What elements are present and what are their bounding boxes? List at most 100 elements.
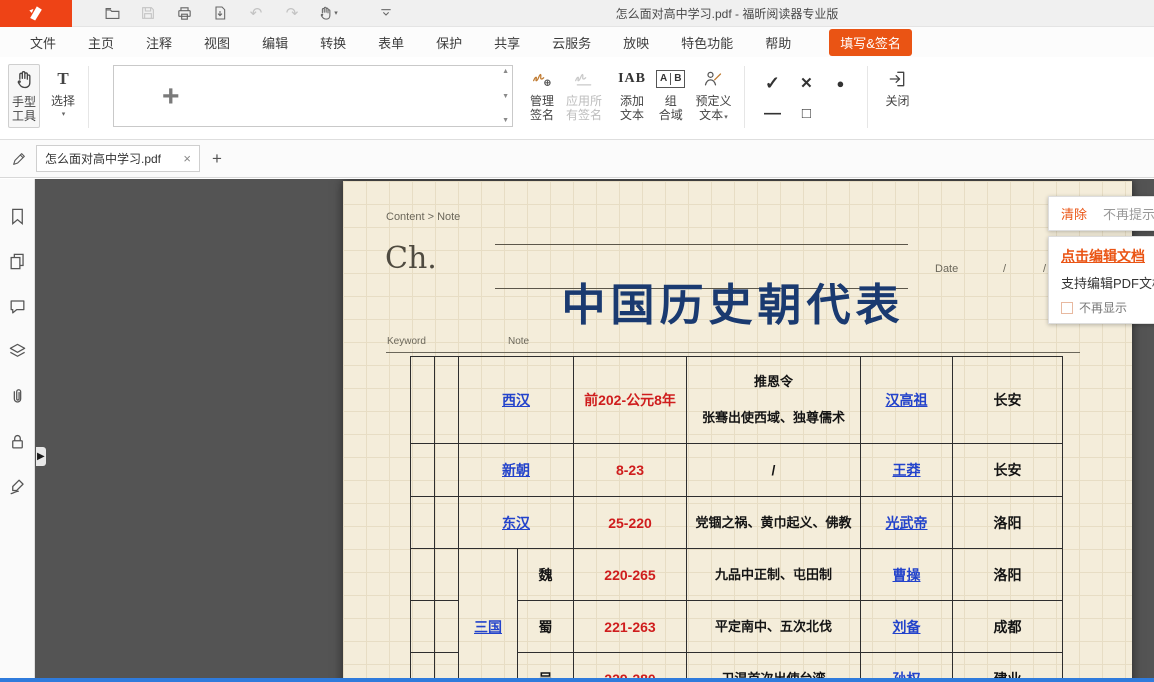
dot-stamp-button[interactable]: ● bbox=[825, 70, 855, 96]
document-tab[interactable]: 怎么面对高中学习.pdf × bbox=[36, 145, 200, 172]
app-window: ↶ ↷ ▾ 怎么面对高中学习.pdf - 福昕阅读器专业版 文件 主页 注释 视… bbox=[0, 0, 1154, 682]
dont-show-row: 不再显示 bbox=[1061, 299, 1154, 316]
toast-edit-tip: 点击编辑文档 支持编辑PDF文档 不再显示 bbox=[1048, 236, 1154, 324]
founder-link[interactable]: 王莽 bbox=[861, 444, 953, 497]
checkmark-stamp-button[interactable]: ✓ bbox=[757, 70, 787, 96]
hand-tool-button[interactable]: 手型 工具 bbox=[8, 64, 40, 128]
founder-link[interactable]: 曹操 bbox=[861, 549, 953, 601]
menu-item-share[interactable]: 共享 bbox=[494, 33, 520, 52]
apply-all-signatures-label: 应用所 有签名 bbox=[566, 94, 602, 123]
predefined-text-button[interactable]: 预定义 文本▾ bbox=[692, 64, 734, 126]
close-fill-sign-button[interactable]: 关闭 bbox=[882, 64, 912, 111]
period-cell: 220-265 bbox=[574, 549, 687, 601]
taskbar-edge bbox=[0, 678, 1154, 682]
hand-tool-quick-icon[interactable]: ▾ bbox=[318, 3, 338, 23]
ribbon-separator bbox=[867, 66, 868, 128]
add-signature-button[interactable]: + bbox=[162, 80, 180, 114]
empty-cell bbox=[435, 653, 459, 679]
ribbon-fill-and-sign: 手型 工具 T 选择 ▾ + ▲ ▼ ▼ 管理 签名 应用所 有签 bbox=[0, 57, 1154, 140]
ribbon-separator bbox=[744, 66, 745, 128]
add-text-button[interactable]: IAB 添加 文本 bbox=[615, 64, 649, 126]
menu-item-help[interactable]: 帮助 bbox=[765, 33, 791, 52]
signature-expand-icon[interactable]: ▼ bbox=[502, 117, 509, 124]
layers-panel-icon[interactable] bbox=[8, 342, 27, 361]
tab-fill-and-sign[interactable]: 填写&签名 bbox=[829, 29, 912, 56]
document-tab-strip: 怎么面对高中学习.pdf × + bbox=[0, 140, 1154, 178]
panel-expand-icon[interactable]: ▶ bbox=[36, 447, 46, 466]
pages-panel-icon[interactable] bbox=[8, 252, 27, 271]
signature-panel-icon[interactable] bbox=[8, 477, 27, 496]
capital-cell: 洛阳 bbox=[953, 497, 1063, 549]
attachments-panel-icon[interactable] bbox=[8, 387, 27, 406]
menu-item-form[interactable]: 表单 bbox=[378, 33, 404, 52]
add-text-icon: IAB bbox=[618, 67, 646, 91]
empty-cell bbox=[411, 549, 435, 601]
dynasty-link[interactable]: 西汉 bbox=[459, 357, 574, 444]
events-cell: 推恩令 张骞出使西域、独尊儒术 bbox=[687, 357, 861, 444]
new-tab-button[interactable]: + bbox=[212, 149, 222, 169]
date-slash: / bbox=[1003, 263, 1006, 275]
quick-access-toolbar: ↶ ↷ ▾ bbox=[102, 3, 396, 23]
save-icon[interactable] bbox=[138, 3, 158, 23]
collapse-ribbon-icon[interactable] bbox=[376, 3, 396, 23]
date-label: Date bbox=[935, 263, 958, 275]
signature-scroll-up-icon[interactable]: ▲ bbox=[502, 68, 509, 75]
founder-link[interactable]: 刘备 bbox=[861, 601, 953, 653]
apply-all-signatures-button[interactable]: 应用所 有签名 bbox=[563, 64, 605, 126]
foxit-logo-button[interactable] bbox=[0, 0, 72, 27]
undo-icon[interactable]: ↶ bbox=[246, 3, 266, 23]
cross-stamp-button[interactable]: ✕ bbox=[791, 70, 821, 96]
redo-icon[interactable]: ↷ bbox=[282, 3, 302, 23]
sub-dynasty-cell: 魏 bbox=[518, 549, 574, 601]
pen-icon[interactable] bbox=[8, 148, 30, 170]
menu-item-edit[interactable]: 编辑 bbox=[262, 33, 288, 52]
dynasty-link[interactable]: 三国 bbox=[459, 549, 518, 679]
menu-item-home[interactable]: 主页 bbox=[88, 33, 114, 52]
founder-link[interactable]: 孙权 bbox=[861, 653, 953, 679]
menu-item-protect[interactable]: 保护 bbox=[436, 33, 462, 52]
combine-field-button[interactable]: AB 组 合域 bbox=[653, 64, 688, 126]
rectangle-stamp-button[interactable]: □ bbox=[791, 100, 821, 126]
period-cell: 221-263 bbox=[574, 601, 687, 653]
edit-document-link[interactable]: 点击编辑文档 bbox=[1061, 246, 1154, 266]
open-file-icon[interactable] bbox=[102, 3, 122, 23]
no-remind-link[interactable]: 不再提示 bbox=[1103, 204, 1154, 223]
line-stamp-button[interactable]: — bbox=[757, 100, 787, 126]
menu-item-file[interactable]: 文件 bbox=[30, 33, 56, 52]
dont-show-checkbox[interactable] bbox=[1061, 302, 1073, 314]
menu-item-cloud[interactable]: 云服务 bbox=[552, 33, 591, 52]
close-door-icon bbox=[887, 67, 907, 91]
tab-close-icon[interactable]: × bbox=[183, 151, 191, 166]
founder-link[interactable]: 光武帝 bbox=[861, 497, 953, 549]
menu-item-view[interactable]: 视图 bbox=[204, 33, 230, 52]
founder-link[interactable]: 汉高祖 bbox=[861, 357, 953, 444]
navigation-sidebar bbox=[0, 179, 35, 678]
empty-cell bbox=[411, 357, 435, 444]
menu-item-comment[interactable]: 注释 bbox=[146, 33, 172, 52]
main-area: ▶ Content > Note Ch. 中国历史朝代表 Date / / Ke… bbox=[0, 179, 1154, 678]
menu-item-present[interactable]: 放映 bbox=[623, 33, 649, 52]
bookmarks-panel-icon[interactable] bbox=[8, 207, 27, 226]
document-view[interactable]: ▶ Content > Note Ch. 中国历史朝代表 Date / / Ke… bbox=[35, 179, 1154, 678]
table-row: 东汉 25-220 党锢之祸、黄巾起义、佛教 光武帝 洛阳 bbox=[411, 497, 1063, 549]
export-page-icon[interactable] bbox=[210, 3, 230, 23]
select-label: 选择 bbox=[51, 94, 75, 108]
manage-signature-label: 管理 签名 bbox=[530, 94, 554, 123]
hand-icon bbox=[14, 68, 34, 92]
dynasty-link[interactable]: 东汉 bbox=[459, 497, 574, 549]
security-panel-icon[interactable] bbox=[8, 432, 27, 451]
edit-tip-description: 支持编辑PDF文档 bbox=[1061, 273, 1154, 292]
capital-cell: 长安 bbox=[953, 357, 1063, 444]
dynasty-link[interactable]: 新朝 bbox=[459, 444, 574, 497]
print-icon[interactable] bbox=[174, 3, 194, 23]
signature-scroll-down-icon[interactable]: ▼ bbox=[502, 93, 509, 100]
menu-item-convert[interactable]: 转换 bbox=[320, 33, 346, 52]
table-row: 西汉 前202-公元8年 推恩令 张骞出使西域、独尊儒术 汉高祖 长安 bbox=[411, 357, 1063, 444]
empty-cell bbox=[411, 444, 435, 497]
clear-link[interactable]: 清除 bbox=[1061, 204, 1087, 223]
menu-item-features[interactable]: 特色功能 bbox=[681, 33, 733, 52]
manage-signature-button[interactable]: 管理 签名 bbox=[527, 64, 557, 126]
select-tool-button[interactable]: T 选择 ▾ bbox=[48, 64, 78, 123]
keyword-label: Keyword bbox=[387, 336, 426, 347]
comments-panel-icon[interactable] bbox=[8, 297, 27, 316]
